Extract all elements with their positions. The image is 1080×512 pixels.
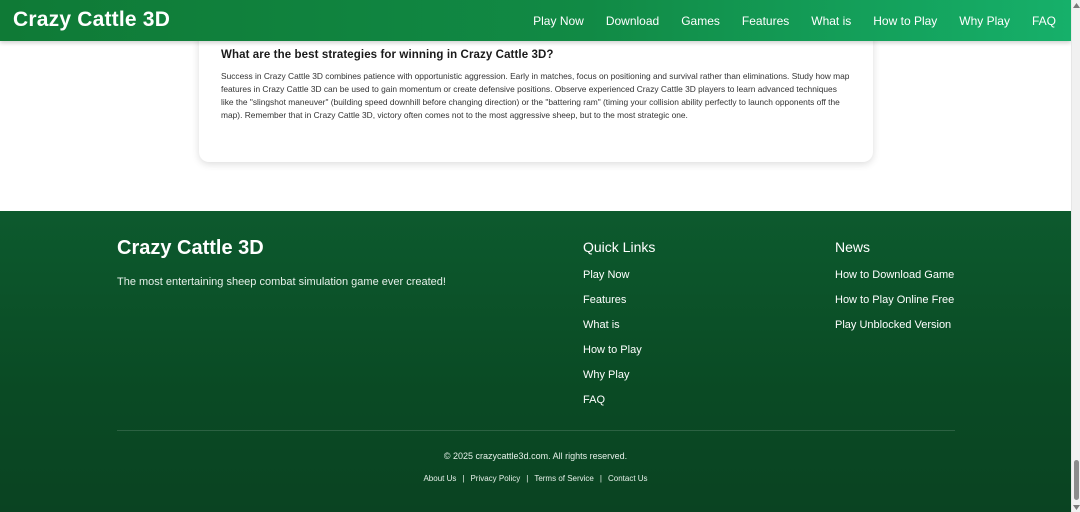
- nav-why-play[interactable]: Why Play: [959, 14, 1010, 28]
- footer-link-why-play[interactable]: Why Play: [583, 369, 629, 381]
- legal-separator: |: [526, 474, 529, 483]
- nav-what-is[interactable]: What is: [811, 14, 851, 28]
- footer-quick-links: Quick Links Play Now Features What is Ho…: [583, 239, 655, 419]
- quick-links-title: Quick Links: [583, 239, 656, 255]
- footer-divider: [117, 430, 955, 431]
- nav-features[interactable]: Features: [742, 14, 789, 28]
- news-link-download[interactable]: How to Download Game: [835, 269, 954, 281]
- faq-question: What are the best strategies for winning…: [221, 49, 554, 61]
- footer-tagline: The most entertaining sheep combat simul…: [117, 276, 446, 288]
- triangle-up-icon[interactable]: [1073, 1, 1080, 9]
- legal-contact-us[interactable]: Contact Us: [608, 474, 648, 483]
- footer-brand-title: Crazy Cattle 3D: [117, 237, 264, 259]
- faq-section: What are the best strategies for winning…: [0, 29, 1071, 211]
- copyright-text: © 2025 crazycattle3d.com. All rights res…: [443, 451, 628, 461]
- footer-brand: Crazy Cattle 3D The most entertaining sh…: [117, 237, 447, 290]
- footer-link-features[interactable]: Features: [583, 294, 626, 306]
- footer-news: News How to Download Game How to Play On…: [835, 239, 954, 344]
- page-scrollbar[interactable]: [1071, 0, 1080, 512]
- nav-play-now[interactable]: Play Now: [533, 14, 584, 28]
- footer-link-what-is[interactable]: What is: [583, 319, 620, 331]
- footer-link-how-to-play[interactable]: How to Play: [583, 344, 642, 356]
- legal-separator: |: [462, 474, 465, 483]
- nav-games[interactable]: Games: [681, 14, 720, 28]
- site-footer: Crazy Cattle 3D The most entertaining sh…: [0, 211, 1071, 512]
- legal-terms-of-service[interactable]: Terms of Service: [534, 474, 594, 483]
- faq-answer: Success in Crazy Cattle 3D combines pati…: [221, 71, 850, 120]
- news-link-unblocked[interactable]: Play Unblocked Version: [835, 319, 951, 331]
- legal-privacy-policy[interactable]: Privacy Policy: [470, 474, 520, 483]
- scrollbar-thumb[interactable]: [1074, 460, 1079, 500]
- nav-download[interactable]: Download: [606, 14, 659, 28]
- legal-separator: |: [599, 474, 602, 483]
- footer-link-play-now[interactable]: Play Now: [583, 269, 629, 281]
- nav-how-to-play[interactable]: How to Play: [873, 14, 937, 28]
- news-title: News: [835, 239, 871, 255]
- nav-faq[interactable]: FAQ: [1032, 14, 1056, 28]
- faq-card: What are the best strategies for winning…: [199, 29, 873, 162]
- triangle-down-icon[interactable]: [1073, 503, 1080, 511]
- main-nav: Play Now Download Games Features What is…: [511, 0, 1056, 41]
- legal-links: About Us | Privacy Policy | Terms of Service…: [0, 474, 1071, 483]
- site-logo[interactable]: Crazy Cattle 3D: [13, 8, 170, 32]
- legal-about-us[interactable]: About Us: [423, 474, 456, 483]
- news-link-play-online[interactable]: How to Play Online Free: [835, 294, 954, 306]
- footer-link-faq[interactable]: FAQ: [583, 394, 605, 406]
- site-header: Crazy Cattle 3D Play Now Download Games …: [0, 0, 1071, 41]
